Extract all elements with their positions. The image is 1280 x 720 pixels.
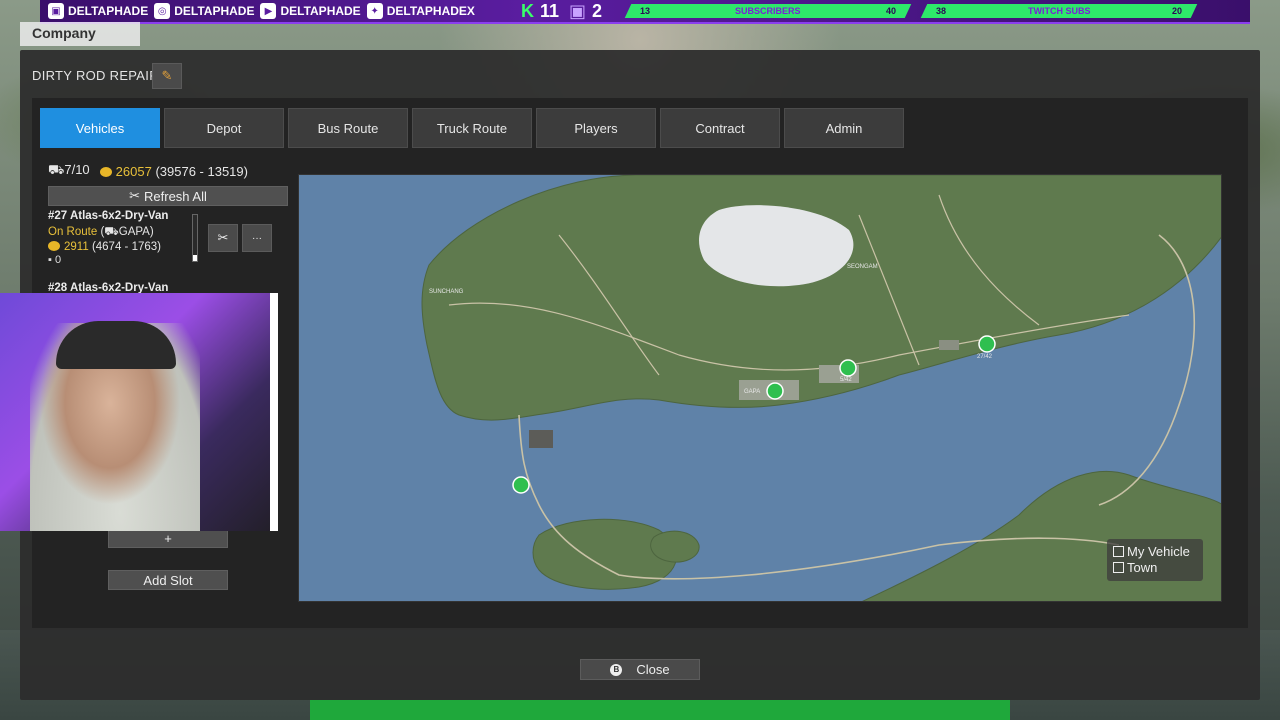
vehicle-item[interactable]: #27 Atlas-6x2-Dry-Van On Route (⛟GAPA) 2… bbox=[48, 210, 288, 282]
more-label: ··· bbox=[252, 232, 262, 244]
twitch-count: 2 bbox=[591, 0, 602, 21]
cargo-icon: ▪ bbox=[48, 254, 52, 266]
legend-label: Town bbox=[1127, 559, 1158, 575]
vehicle-money-breakdown: (4674 - 1763) bbox=[91, 241, 161, 253]
youtube-icon: ▶ bbox=[260, 3, 277, 19]
gamepad-b-icon: B bbox=[610, 663, 623, 676]
tab-contract[interactable]: Contract bbox=[660, 108, 780, 148]
goal-label: TWITCH SUBS bbox=[1027, 6, 1091, 16]
webcam-overlay bbox=[0, 293, 278, 531]
goal-target: 20 bbox=[1171, 6, 1182, 16]
route-name: GAPA) bbox=[118, 226, 154, 238]
add-slot-button[interactable]: Add Slot bbox=[108, 570, 228, 590]
goal-label: SUBSCRIBERS bbox=[735, 6, 801, 16]
map-legend: My Vehicle Town bbox=[1107, 539, 1203, 581]
company-name: DIRTY ROD REPAIR bbox=[32, 68, 159, 83]
add-vehicle-button[interactable]: + bbox=[108, 528, 228, 548]
map-label-bus-count-1: 5/42 bbox=[840, 377, 852, 383]
company-stats: ⛟7/10 26057 (39576 - 13519) bbox=[48, 162, 248, 180]
stream-overlay-bar: ▣ DELTAPHADE ◎ DELTAPHADE ▶ DELTAPHADE ✦… bbox=[40, 0, 1250, 24]
tab-depot[interactable]: Depot bbox=[164, 108, 284, 148]
tools-icon: ✂ bbox=[129, 188, 141, 203]
social-handle: DELTAPHADE bbox=[174, 4, 255, 18]
twitch-subs-goal: 38 TWITCH SUBS 20 bbox=[920, 4, 1198, 18]
kick-icon: K bbox=[520, 0, 534, 21]
kick-count: 11 bbox=[539, 0, 559, 21]
goal-current: 38 bbox=[936, 6, 947, 16]
money-breakdown: (39576 - 13519) bbox=[155, 163, 248, 179]
map-label-sunchang: SUNCHANG bbox=[429, 289, 464, 295]
route-status: On Route bbox=[48, 226, 98, 238]
social-handle: DELTAPHADE bbox=[280, 4, 361, 18]
subscribers-goal: 13 SUBSCRIBERS 40 bbox=[624, 4, 912, 18]
vehicle-count-value: 7/10 bbox=[64, 162, 90, 177]
vehicle-money-value: 2911 bbox=[64, 241, 89, 253]
tab-truck-route[interactable]: Truck Route bbox=[412, 108, 532, 148]
legend-my-vehicle[interactable]: My Vehicle bbox=[1113, 543, 1197, 559]
social-instagram: ◎ DELTAPHADE bbox=[154, 3, 254, 19]
instagram-icon: ◎ bbox=[154, 3, 171, 19]
close-button[interactable]: B Close bbox=[580, 659, 700, 680]
social-youtube: ▶ DELTAPHADE bbox=[260, 3, 361, 19]
refresh-all-button[interactable]: ✂ Refresh All bbox=[48, 186, 288, 206]
edit-name-button[interactable]: ✎ bbox=[152, 63, 182, 89]
goal-current: 13 bbox=[640, 6, 651, 16]
tab-vehicles[interactable]: Vehicles bbox=[40, 108, 160, 148]
vehicle-count: ⛟7/10 bbox=[48, 162, 90, 180]
tab-admin[interactable]: Admin bbox=[784, 108, 904, 148]
map-label-gapa: GAPA bbox=[744, 389, 760, 395]
twitch-viewers-icon: ▣ bbox=[568, 0, 586, 21]
cargo-value: 0 bbox=[54, 254, 62, 266]
company-money: 26057 (39576 - 13519) bbox=[99, 163, 248, 179]
vehicle-more-button[interactable]: ··· bbox=[242, 224, 272, 252]
tab-players[interactable]: Players bbox=[536, 108, 656, 148]
social-twitch: ▣ DELTAPHADE bbox=[48, 3, 148, 19]
pencil-icon: ✎ bbox=[161, 68, 173, 83]
my-vehicle-checkbox[interactable] bbox=[1113, 545, 1124, 557]
map-label-bus-count-2: 27/42 bbox=[977, 354, 993, 360]
fuel-fill bbox=[193, 254, 197, 261]
truck-icon: ⛟ bbox=[48, 162, 65, 177]
coin-icon bbox=[99, 166, 112, 177]
bus-icon: ⛟ bbox=[104, 226, 119, 238]
vehicle-cargo: ▪ 0 bbox=[48, 254, 288, 266]
vehicle-fuel-bar bbox=[192, 214, 198, 262]
game-ground-marker bbox=[310, 700, 1010, 720]
social-twitter: ✦ DELTAPHADEX bbox=[366, 3, 475, 19]
legend-label: My Vehicle bbox=[1127, 543, 1190, 559]
tab-bar: Vehicles Depot Bus Route Truck Route Pla… bbox=[40, 108, 904, 148]
plus-icon: + bbox=[164, 530, 172, 546]
town-checkbox[interactable] bbox=[1113, 561, 1124, 573]
map-label-seongam: SEONGAM bbox=[847, 264, 878, 270]
close-label: Close bbox=[636, 662, 670, 677]
legend-town[interactable]: Town bbox=[1113, 559, 1197, 575]
twitch-icon: ▣ bbox=[48, 3, 64, 19]
map-svg: SUNCHANG GAPA SEONGAM 5/42 27/42 bbox=[421, 175, 1221, 601]
world-map[interactable]: SUNCHANG GAPA SEONGAM 5/42 27/42 My Vehi… bbox=[298, 174, 1222, 602]
social-handle: DELTAPHADE bbox=[68, 4, 149, 18]
tab-bus-route[interactable]: Bus Route bbox=[288, 108, 408, 148]
vehicle-name: #27 Atlas-6x2-Dry-Van bbox=[48, 210, 169, 222]
money-value: 26057 bbox=[115, 163, 152, 179]
tools-icon: ✂ bbox=[217, 230, 229, 245]
coin-icon bbox=[48, 241, 60, 251]
goal-target: 40 bbox=[885, 6, 896, 16]
refresh-all-label: Refresh All bbox=[144, 188, 207, 204]
social-handle: DELTAPHADEX bbox=[386, 4, 475, 18]
streamer-cap bbox=[56, 321, 176, 369]
twitter-icon: ✦ bbox=[366, 3, 383, 19]
company-label: Company bbox=[20, 22, 140, 46]
vehicle-repair-button[interactable]: ✂ bbox=[208, 224, 238, 252]
